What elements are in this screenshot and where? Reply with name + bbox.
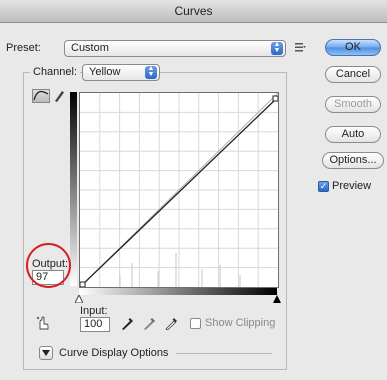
curve-display-options-label: Curve Display Options (59, 347, 169, 359)
highlight-circle (26, 243, 71, 288)
window-title: Curves (174, 4, 213, 18)
preset-label: Preset: (6, 42, 41, 54)
preset-value: Custom (71, 42, 109, 54)
options-button[interactable]: Options... (322, 152, 384, 169)
black-eyedropper-icon[interactable] (121, 316, 135, 330)
smooth-button[interactable]: Smooth (325, 96, 381, 113)
channel-value: Yellow (89, 66, 121, 78)
auto-button[interactable]: Auto (325, 126, 381, 143)
curve-point-tool-icon[interactable] (32, 89, 50, 103)
curve-endpoint-bottom[interactable] (79, 281, 86, 288)
preset-select[interactable]: Custom ▲ ▼ (64, 40, 286, 57)
input-field[interactable]: 100 (80, 317, 110, 332)
input-label: Input: (80, 305, 108, 317)
select-arrows-icon: ▲ ▼ (145, 65, 157, 79)
white-eyedropper-icon[interactable] (165, 316, 179, 331)
title-bar: Curves (0, 0, 387, 23)
black-point-slider-icon[interactable] (74, 293, 84, 304)
cancel-button[interactable]: Cancel (325, 66, 381, 83)
channel-label: Channel: (30, 66, 81, 78)
preview-checkbox[interactable]: ✓ (318, 181, 329, 192)
show-clipping-checkbox[interactable] (190, 318, 201, 329)
curve-graph[interactable] (79, 92, 279, 288)
curve-endpoint-top[interactable] (272, 95, 279, 102)
preset-options-icon[interactable] (294, 41, 306, 53)
white-point-slider-icon[interactable] (273, 294, 281, 303)
pencil-tool-icon[interactable] (53, 89, 65, 103)
divider (176, 353, 272, 354)
output-gradient-bar (70, 92, 77, 286)
histogram (119, 253, 241, 287)
on-image-adjust-icon[interactable] (36, 316, 50, 330)
input-gradient-bar (79, 288, 277, 295)
preview-label: Preview (332, 180, 372, 192)
select-arrows-icon: ▲ ▼ (271, 41, 283, 55)
gray-eyedropper-icon[interactable] (143, 316, 157, 330)
disclosure-triangle-icon[interactable] (39, 346, 53, 360)
show-clipping-label: Show Clipping (205, 317, 276, 329)
curve-svg[interactable] (79, 92, 279, 288)
curve-line[interactable] (79, 98, 277, 288)
channel-select[interactable]: Yellow ▲ ▼ (82, 64, 160, 81)
ok-button[interactable]: OK (325, 39, 381, 56)
